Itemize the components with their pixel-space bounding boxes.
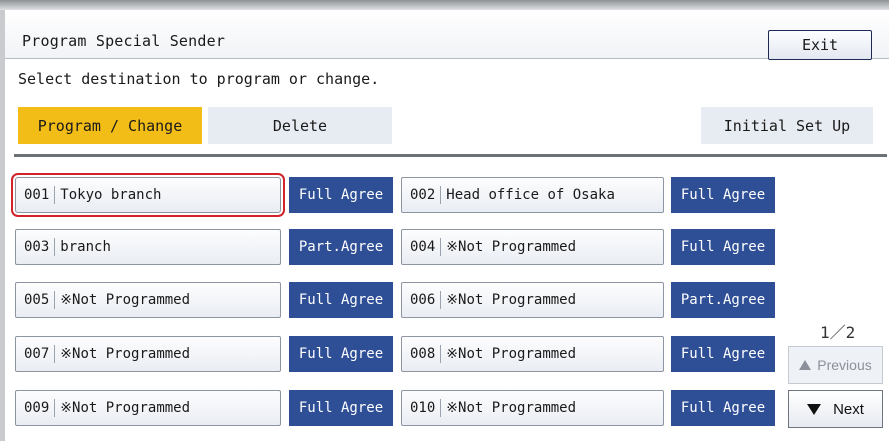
agree-mode-button-009[interactable]: Full Agree: [289, 390, 393, 426]
agree-mode-button-010[interactable]: Full Agree: [671, 390, 775, 426]
destination-name: Tokyo branch: [60, 187, 162, 203]
agree-mode-button-008[interactable]: Full Agree: [671, 336, 775, 372]
initial-setup-button[interactable]: Initial Set Up: [701, 107, 873, 144]
destination-number: 009: [16, 399, 56, 417]
agree-mode-button-001[interactable]: Full Agree: [289, 177, 393, 213]
destination-name: ※Not Programmed: [446, 292, 577, 308]
destination-number: 005: [16, 291, 56, 309]
screen-title: Program Special Sender: [22, 32, 226, 50]
triangle-up-icon: [799, 360, 812, 370]
window-left-frame: [0, 10, 5, 441]
agree-mode-button-003[interactable]: Part.Agree: [289, 229, 393, 265]
destination-number: 002: [402, 186, 442, 204]
destination-name: ※Not Programmed: [446, 239, 577, 255]
agree-mode-button-005[interactable]: Full Agree: [289, 282, 393, 318]
destination-name: ※Not Programmed: [60, 400, 191, 416]
destination-button-002[interactable]: 002 Head office of Osaka: [401, 177, 664, 213]
destination-number: 004: [402, 238, 442, 256]
destination-name: branch: [60, 239, 111, 255]
title-bar: Program Special Sender Exit: [5, 10, 889, 60]
section-divider: [14, 154, 887, 157]
previous-page-button[interactable]: Previous: [788, 346, 883, 384]
destination-button-008[interactable]: 008 ※Not Programmed: [401, 336, 664, 372]
destination-number: 003: [16, 238, 56, 256]
destination-name: Head office of Osaka: [446, 187, 615, 203]
destination-number: 007: [16, 345, 56, 363]
exit-button[interactable]: Exit: [768, 30, 872, 60]
destination-number: 008: [402, 345, 442, 363]
destination-name: ※Not Programmed: [446, 346, 577, 362]
tab-delete[interactable]: Delete: [208, 107, 392, 144]
next-page-button[interactable]: Next: [788, 390, 883, 428]
destination-number: 001: [16, 186, 56, 204]
destination-name: ※Not Programmed: [60, 292, 191, 308]
triangle-down-icon: [807, 403, 822, 415]
destination-name: ※Not Programmed: [446, 400, 577, 416]
destination-button-007[interactable]: 007 ※Not Programmed: [15, 336, 281, 372]
destination-button-004[interactable]: 004 ※Not Programmed: [401, 229, 664, 265]
tab-program-change[interactable]: Program / Change: [18, 107, 202, 144]
agree-mode-button-002[interactable]: Full Agree: [671, 177, 775, 213]
destination-button-003[interactable]: 003 branch: [15, 229, 281, 265]
destination-button-010[interactable]: 010 ※Not Programmed: [401, 390, 664, 426]
next-label: Next: [833, 400, 864, 418]
destination-button-001[interactable]: 001 Tokyo branch: [11, 173, 285, 217]
agree-mode-button-006[interactable]: Part.Agree: [671, 282, 775, 318]
destination-name: ※Not Programmed: [60, 346, 191, 362]
destination-button-005[interactable]: 005 ※Not Programmed: [15, 282, 281, 318]
agree-mode-button-004[interactable]: Full Agree: [671, 229, 775, 265]
page-indicator: 1／2: [820, 323, 856, 342]
previous-label: Previous: [817, 357, 872, 373]
instruction-text: Select destination to program or change.: [18, 70, 380, 88]
destination-number: 006: [402, 291, 442, 309]
destination-button-009[interactable]: 009 ※Not Programmed: [15, 390, 281, 426]
agree-mode-button-007[interactable]: Full Agree: [289, 336, 393, 372]
window-top-frame: [0, 0, 889, 10]
destination-number: 010: [402, 399, 442, 417]
destination-button-006[interactable]: 006 ※Not Programmed: [401, 282, 664, 318]
